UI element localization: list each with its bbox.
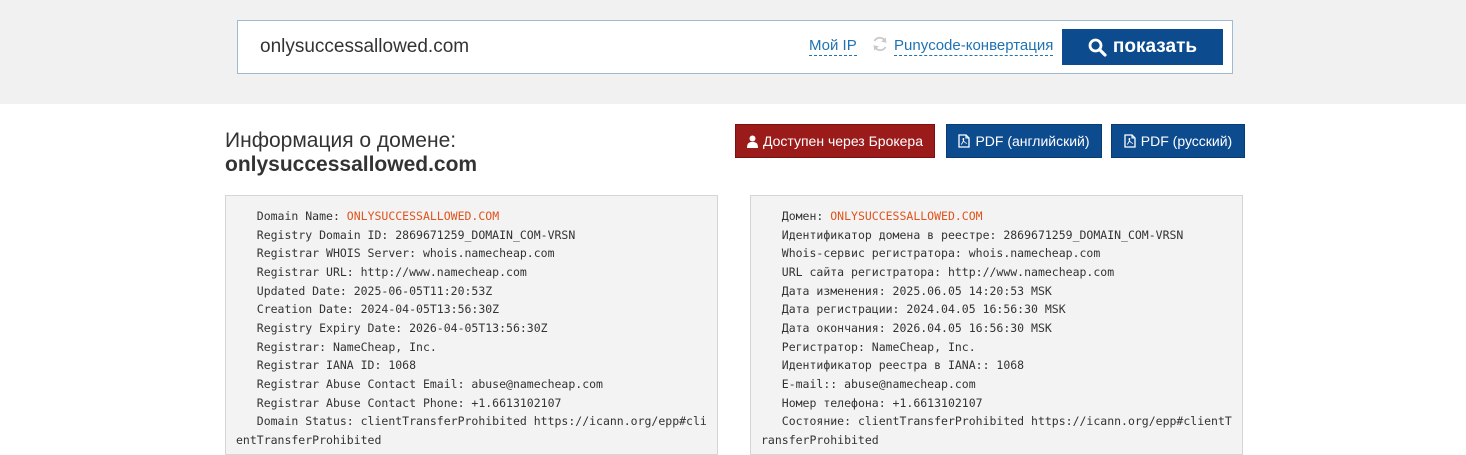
pdf-english-label: PDF (английский) xyxy=(975,133,1090,149)
whois-line: Номер телефона: +1.6613102107 xyxy=(761,395,983,410)
show-button-label: показать xyxy=(1112,36,1198,57)
whois-line: Registry Domain ID: 2869671259_DOMAIN_CO… xyxy=(236,227,576,242)
whois-line: Состояние: clientTransferProhibited http… xyxy=(761,414,1232,448)
page-title-domain: onlysuccessallowed.com xyxy=(225,153,478,176)
my-ip-link[interactable]: Мой IP xyxy=(809,37,857,56)
whois-line: E-mail:: abuse@namecheap.com xyxy=(761,377,976,392)
search-icon xyxy=(1088,38,1107,57)
refresh-icon xyxy=(873,36,887,52)
whois-line: Registry Expiry Date: 2026-04-05T13:56:3… xyxy=(236,321,548,336)
pdf-file-icon xyxy=(958,134,971,148)
whois-line: Домен: ONLYSUCCESSALLOWED.COM xyxy=(761,209,983,223)
whois-line: Дата окончания: 2026.04.05 16:56:30 MSK xyxy=(761,321,1052,336)
whois-line: Registrar Abuse Contact Phone: +1.661310… xyxy=(236,395,562,410)
search-band: Мой IP Punycode-конвертация показать xyxy=(0,0,1466,104)
whois-line: Дата изменения: 2025.06.05 14:20:53 MSK xyxy=(761,283,1052,298)
domain-name-value: ONLYSUCCESSALLOWED.COM xyxy=(346,209,500,223)
search-form: Мой IP Punycode-конвертация показать xyxy=(237,20,1233,74)
whois-line: Domain Name: ONLYSUCCESSALLOWED.COM xyxy=(236,209,500,223)
broker-button[interactable]: Доступен через Брокера xyxy=(735,124,935,158)
whois-line: Дата регистрации: 2024.04.05 16:56:30 MS… xyxy=(761,302,1066,317)
whois-line: Идентификатор реестра в IANA:: 1068 xyxy=(761,358,1025,373)
whois-line: Registrar IANA ID: 1068 xyxy=(236,358,417,373)
whois-line: Registrar: NameCheap, Inc. xyxy=(236,339,437,354)
pdf-file-icon xyxy=(1124,134,1136,148)
whois-line: Registrar WHOIS Server: whois.namecheap.… xyxy=(236,246,555,261)
whois-line: Domain Status: clientTransferProhibited … xyxy=(236,414,707,448)
whois-line: Whois-сервис регистратора: whois.nameche… xyxy=(761,246,1101,261)
whois-line: Registrar Abuse Contact Email: abuse@nam… xyxy=(236,377,603,392)
pdf-russian-label: PDF (русский) xyxy=(1140,133,1233,149)
punycode-link[interactable]: Punycode-конвертация xyxy=(894,37,1054,56)
page-title: Информация о домене: onlysuccessallowed.… xyxy=(225,129,477,177)
user-icon xyxy=(746,135,758,148)
whois-english-text: Domain Name: ONLYSUCCESSALLOWED.COM Regi… xyxy=(226,196,717,450)
whois-line: URL сайта регистратора: http://www.namec… xyxy=(761,265,1115,280)
whois-line: Updated Date: 2025-06-05T11:20:53Z xyxy=(236,283,493,298)
whois-line: Идентификатор домена в реестре: 28696712… xyxy=(761,227,1184,242)
whois-russian-text: Домен: ONLYSUCCESSALLOWED.COM Идентифика… xyxy=(751,196,1242,450)
domain-name-value: ONLYSUCCESSALLOWED.COM xyxy=(830,209,983,223)
domain-search-input[interactable] xyxy=(252,29,788,65)
whois-russian-panel: Домен: ONLYSUCCESSALLOWED.COM Идентифика… xyxy=(750,195,1243,455)
whois-line: Creation Date: 2024-04-05T13:56:30Z xyxy=(236,302,500,317)
whois-line: Регистратор: NameCheap, Inc. xyxy=(761,339,976,354)
pdf-russian-button[interactable]: PDF (русский) xyxy=(1111,124,1245,158)
page-title-line1: Информация о домене: xyxy=(225,129,457,152)
broker-button-label: Доступен через Брокера xyxy=(762,133,924,149)
whois-line: Registrar URL: http://www.namecheap.com xyxy=(236,265,527,280)
show-button[interactable]: показать xyxy=(1062,29,1223,65)
pdf-english-button[interactable]: PDF (английский) xyxy=(946,124,1102,158)
whois-english-panel: Domain Name: ONLYSUCCESSALLOWED.COM Regi… xyxy=(225,195,718,455)
